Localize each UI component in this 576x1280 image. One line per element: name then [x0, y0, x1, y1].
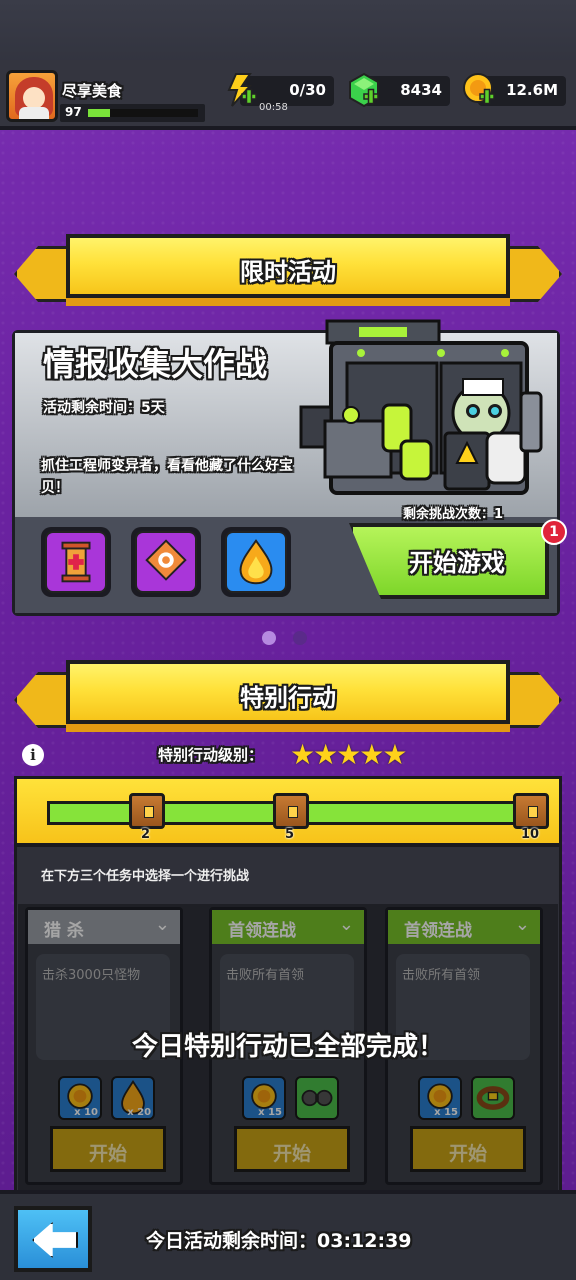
page-dot-active[interactable]: [262, 631, 276, 645]
start-game-label: 开始游戏: [409, 549, 505, 577]
reward-qty: x 15: [434, 1107, 458, 1118]
task-start-label: 开始: [272, 1143, 311, 1165]
chevron-down-icon: ⌄: [338, 914, 354, 935]
special-ops-panel: 2 5 10 在下方三个任务中选择一个进行挑战 猎 杀 ⌄ 击杀3000只怪物 …: [14, 776, 562, 1196]
task-title: 猎 杀: [44, 921, 84, 941]
coins-value: 12.6M: [506, 81, 558, 99]
energy-value: 0/30: [289, 81, 326, 99]
fire-drop-icon[interactable]: x 20: [111, 1076, 156, 1120]
limited-event-banner: 限时活动: [14, 234, 562, 314]
milestone-label: 2: [141, 827, 151, 842]
engineer-mutant-icon: [299, 319, 543, 495]
milestone-label: 10: [521, 827, 540, 842]
gold-coin-icon[interactable]: x 15: [242, 1076, 286, 1120]
task-title: 首领连战: [228, 921, 296, 941]
gold-coin-icon[interactable]: x 15: [418, 1076, 462, 1120]
ops-hint: 在下方三个任务中选择一个进行挑战: [41, 869, 250, 884]
bottom-bar: 今日活动剩余时间：03:12:39: [0, 1190, 576, 1280]
chevron-down-icon: ⌄: [154, 914, 170, 935]
player-level-box: 97: [60, 104, 205, 122]
gold-coin-icon: [463, 73, 495, 105]
reward-qty: x 20: [127, 1107, 152, 1118]
start-game-button[interactable]: 开始游戏: [349, 523, 549, 599]
banner-arrow-right: [502, 672, 562, 728]
special-ops-level-label: 特别行动级别：: [158, 746, 264, 764]
completed-message: 今日特别行动已全部完成！: [131, 1032, 444, 1062]
chest-icon[interactable]: [513, 793, 549, 829]
lightning-icon: [227, 73, 257, 107]
info-icon[interactable]: i: [22, 744, 44, 766]
exp-bar: [88, 109, 198, 117]
task-description: 击杀3000只怪物: [42, 968, 141, 983]
remaining-attempts: 剩余挑战次数：1: [403, 507, 504, 522]
energy-timer: 00:58: [259, 102, 288, 113]
event-time-left: 活动剩余时间：5天: [43, 400, 165, 416]
scroll-icon: [45, 531, 107, 593]
player-level: 97: [65, 105, 82, 119]
reward-qty: x 15: [258, 1107, 282, 1118]
goggles-icon[interactable]: [295, 1076, 340, 1120]
chest-icon[interactable]: [129, 793, 165, 829]
player-name: 尽享美食: [62, 82, 123, 100]
task-rewards: x 10 x 20: [58, 1076, 159, 1120]
special-ops-title: 特别行动: [240, 684, 336, 712]
task-rewards: x 15: [418, 1076, 519, 1120]
special-ops-banner: 特别行动: [14, 660, 562, 740]
gold-coin-icon[interactable]: x 10: [58, 1076, 102, 1120]
chevron-down-icon: ⌄: [514, 914, 530, 935]
puzzle-icon: [135, 531, 197, 593]
reward-fire-drop[interactable]: [221, 527, 291, 597]
task-description: 击败所有首领: [402, 968, 481, 983]
back-arrow-icon: [32, 1222, 78, 1258]
task-start-button[interactable]: 开始: [50, 1126, 166, 1172]
task-header: 猎 杀 ⌄: [28, 910, 180, 944]
gem-icon: [349, 72, 379, 108]
belt-icon[interactable]: [471, 1076, 516, 1120]
page-indicator: [262, 630, 319, 649]
banner-arrow-left: [14, 672, 74, 728]
exp-bar-fill: [88, 109, 110, 117]
task-start-label: 开始: [88, 1143, 127, 1165]
reward-qty: x 10: [74, 1107, 98, 1118]
event-description: 抓住工程师变异者，看看他藏了什么好宝贝！: [41, 458, 293, 496]
limited-event-title: 限时活动: [240, 258, 336, 286]
reward-puzzle[interactable]: [131, 527, 201, 597]
reward-scroll[interactable]: [41, 527, 111, 597]
event-title: 情报收集大作战: [43, 345, 268, 383]
chest-icon[interactable]: [273, 793, 309, 829]
milestone-label: 5: [285, 827, 295, 842]
notification-badge: 1: [541, 519, 567, 545]
star-rating: ★★★★★: [290, 738, 408, 771]
banner-arrow-left: [14, 246, 74, 302]
page-dot[interactable]: [293, 631, 308, 645]
milestone-progress: 2 5 10: [17, 779, 559, 847]
task-start-label: 开始: [448, 1143, 487, 1165]
task-start-button[interactable]: 开始: [234, 1126, 350, 1172]
player-avatar[interactable]: [6, 70, 58, 122]
back-button[interactable]: [14, 1206, 92, 1272]
task-header: 首领连战 ⌄: [388, 910, 540, 944]
fire-drop-icon: [225, 531, 287, 593]
task-description: 击败所有首领: [226, 968, 305, 983]
task-rewards: x 15: [242, 1076, 343, 1120]
daily-time-left: 今日活动剩余时间：03:12:39: [146, 1230, 412, 1252]
event-card[interactable]: 情报收集大作战 活动剩余时间：5天 抓住工程师变异者，看看他藏了什么好宝贝！ 剩…: [12, 319, 567, 616]
banner-arrow-right: [502, 246, 562, 302]
task-title: 首领连战: [404, 921, 472, 941]
task-header: 首领连战 ⌄: [212, 910, 364, 944]
task-start-button[interactable]: 开始: [410, 1126, 526, 1172]
gems-value: 8434: [400, 81, 442, 99]
